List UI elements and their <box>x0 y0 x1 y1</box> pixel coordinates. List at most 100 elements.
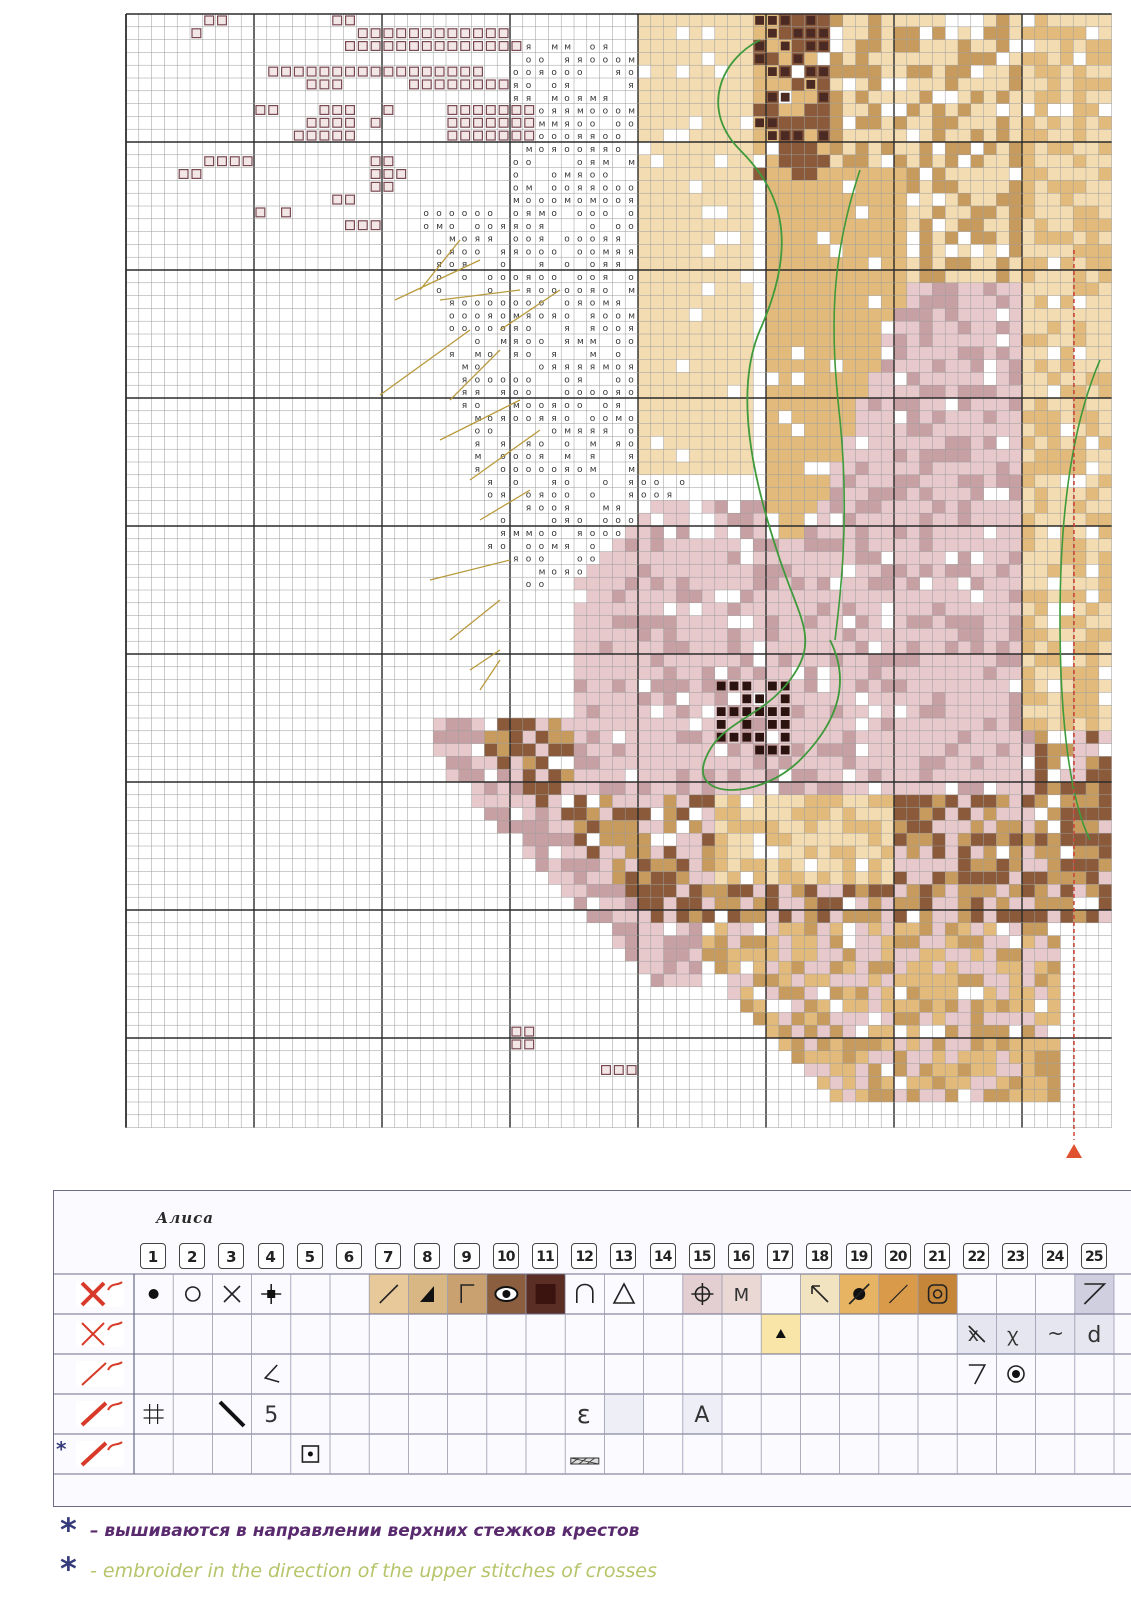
svg-text:o: o <box>475 401 481 411</box>
svg-text:м: м <box>628 311 635 321</box>
svg-text:o: o <box>449 209 455 219</box>
legend-symbol-triangle <box>612 1282 636 1304</box>
svg-text:o: o <box>539 580 545 590</box>
svg-text:я: я <box>590 145 595 155</box>
svg-text:o: o <box>615 324 621 334</box>
svg-text:o: o <box>551 491 557 501</box>
svg-text:o: o <box>462 311 468 321</box>
svg-text:o: o <box>603 107 609 117</box>
svg-text:o: o <box>526 222 532 232</box>
svg-text:я: я <box>577 55 582 65</box>
special-stitch-icon <box>76 1441 124 1467</box>
svg-text:o: o <box>603 401 609 411</box>
svg-text:o: o <box>513 68 519 78</box>
svg-text:я: я <box>551 401 556 411</box>
svg-text:я: я <box>615 388 620 398</box>
svg-text:м: м <box>526 183 533 193</box>
svg-text:я: я <box>615 503 620 513</box>
svg-text:o: o <box>603 286 609 296</box>
svg-text:o: o <box>475 222 481 232</box>
svg-text:o: o <box>539 542 545 552</box>
svg-text:я: я <box>500 529 505 539</box>
svg-text:ꭓ: ꭓ <box>1007 1324 1019 1346</box>
svg-text:я: я <box>526 209 531 219</box>
svg-text:o: o <box>551 68 557 78</box>
svg-text:я: я <box>526 286 531 296</box>
svg-text:o: o <box>564 439 570 449</box>
svg-text:o: o <box>449 222 455 232</box>
svg-text:o: o <box>551 81 557 91</box>
svg-text:я: я <box>577 183 582 193</box>
svg-text:o: o <box>628 375 634 385</box>
svg-text:o: o <box>577 555 583 565</box>
note-english-text: - embroider in the direction of the uppe… <box>90 1560 657 1582</box>
svg-text:o: o <box>551 273 557 283</box>
svg-text:я: я <box>564 567 569 577</box>
svg-text:o: o <box>500 260 506 270</box>
svg-text:я: я <box>628 247 633 257</box>
svg-text:o: o <box>539 273 545 283</box>
svg-text:я: я <box>577 375 582 385</box>
svg-text:o: o <box>513 375 519 385</box>
svg-text:o: o <box>513 209 519 219</box>
svg-text:я: я <box>539 491 544 501</box>
svg-text:м: м <box>551 542 558 552</box>
svg-text:o: o <box>615 363 621 373</box>
svg-text:м: м <box>603 158 610 168</box>
legend-symbol-plus-dot <box>261 1284 282 1304</box>
svg-text:o: o <box>449 324 455 334</box>
svg-text:o: o <box>487 273 493 283</box>
pattern-cells <box>433 14 1112 1102</box>
svg-text:o: o <box>551 503 557 513</box>
svg-text:м: м <box>539 119 546 129</box>
svg-text:я: я <box>577 363 582 373</box>
svg-text:м: м <box>539 209 546 219</box>
svg-text:м: м <box>475 350 482 360</box>
svg-text:o: o <box>526 375 532 385</box>
legend-symbol-x <box>223 1285 241 1303</box>
svg-text:я: я <box>615 439 620 449</box>
svg-text:o: o <box>539 529 545 539</box>
svg-text:A: A <box>694 1403 709 1428</box>
svg-text:я: я <box>539 452 544 462</box>
svg-text:o: o <box>590 414 596 424</box>
svg-text:м: м <box>590 94 597 104</box>
svg-text:o: o <box>590 388 596 398</box>
svg-text:o: o <box>654 478 660 488</box>
legend-symbol-boxdot <box>301 1445 320 1463</box>
svg-text:я: я <box>526 43 531 53</box>
svg-text:o: o <box>513 171 519 181</box>
svg-text:я: я <box>462 401 467 411</box>
svg-text:o: o <box>551 196 557 206</box>
svg-text:o: o <box>577 465 583 475</box>
svg-text:я: я <box>500 388 505 398</box>
legend-symbol-arch <box>576 1283 594 1303</box>
svg-text:o: o <box>475 247 481 257</box>
svg-text:o: o <box>615 132 621 142</box>
svg-text:o: o <box>539 555 545 565</box>
svg-text:o: o <box>564 388 570 398</box>
svg-text:o: o <box>603 132 609 142</box>
svg-text:o: o <box>539 247 545 257</box>
svg-text:o: o <box>513 273 519 283</box>
svg-text:я: я <box>603 273 608 283</box>
svg-text:я: я <box>577 427 582 437</box>
svg-text:o: o <box>539 196 545 206</box>
svg-text:o: o <box>615 183 621 193</box>
svg-text:o: o <box>513 299 519 309</box>
svg-text:o: o <box>551 209 557 219</box>
svg-text:м: м <box>628 55 635 65</box>
half-stitch-icon <box>76 1361 124 1387</box>
svg-text:я: я <box>513 222 518 232</box>
svg-text:o: o <box>539 401 545 411</box>
svg-text:м: м <box>551 43 558 53</box>
svg-text:o: o <box>539 465 545 475</box>
svg-text:M: M <box>734 1285 750 1306</box>
svg-text:o: o <box>487 427 493 437</box>
full-cross-icon <box>76 1281 124 1307</box>
svg-text:o: o <box>577 273 583 283</box>
svg-text:я: я <box>449 350 454 360</box>
backstitch-icon <box>76 1401 124 1427</box>
svg-text:м: м <box>628 158 635 168</box>
svg-text:o: o <box>628 427 634 437</box>
